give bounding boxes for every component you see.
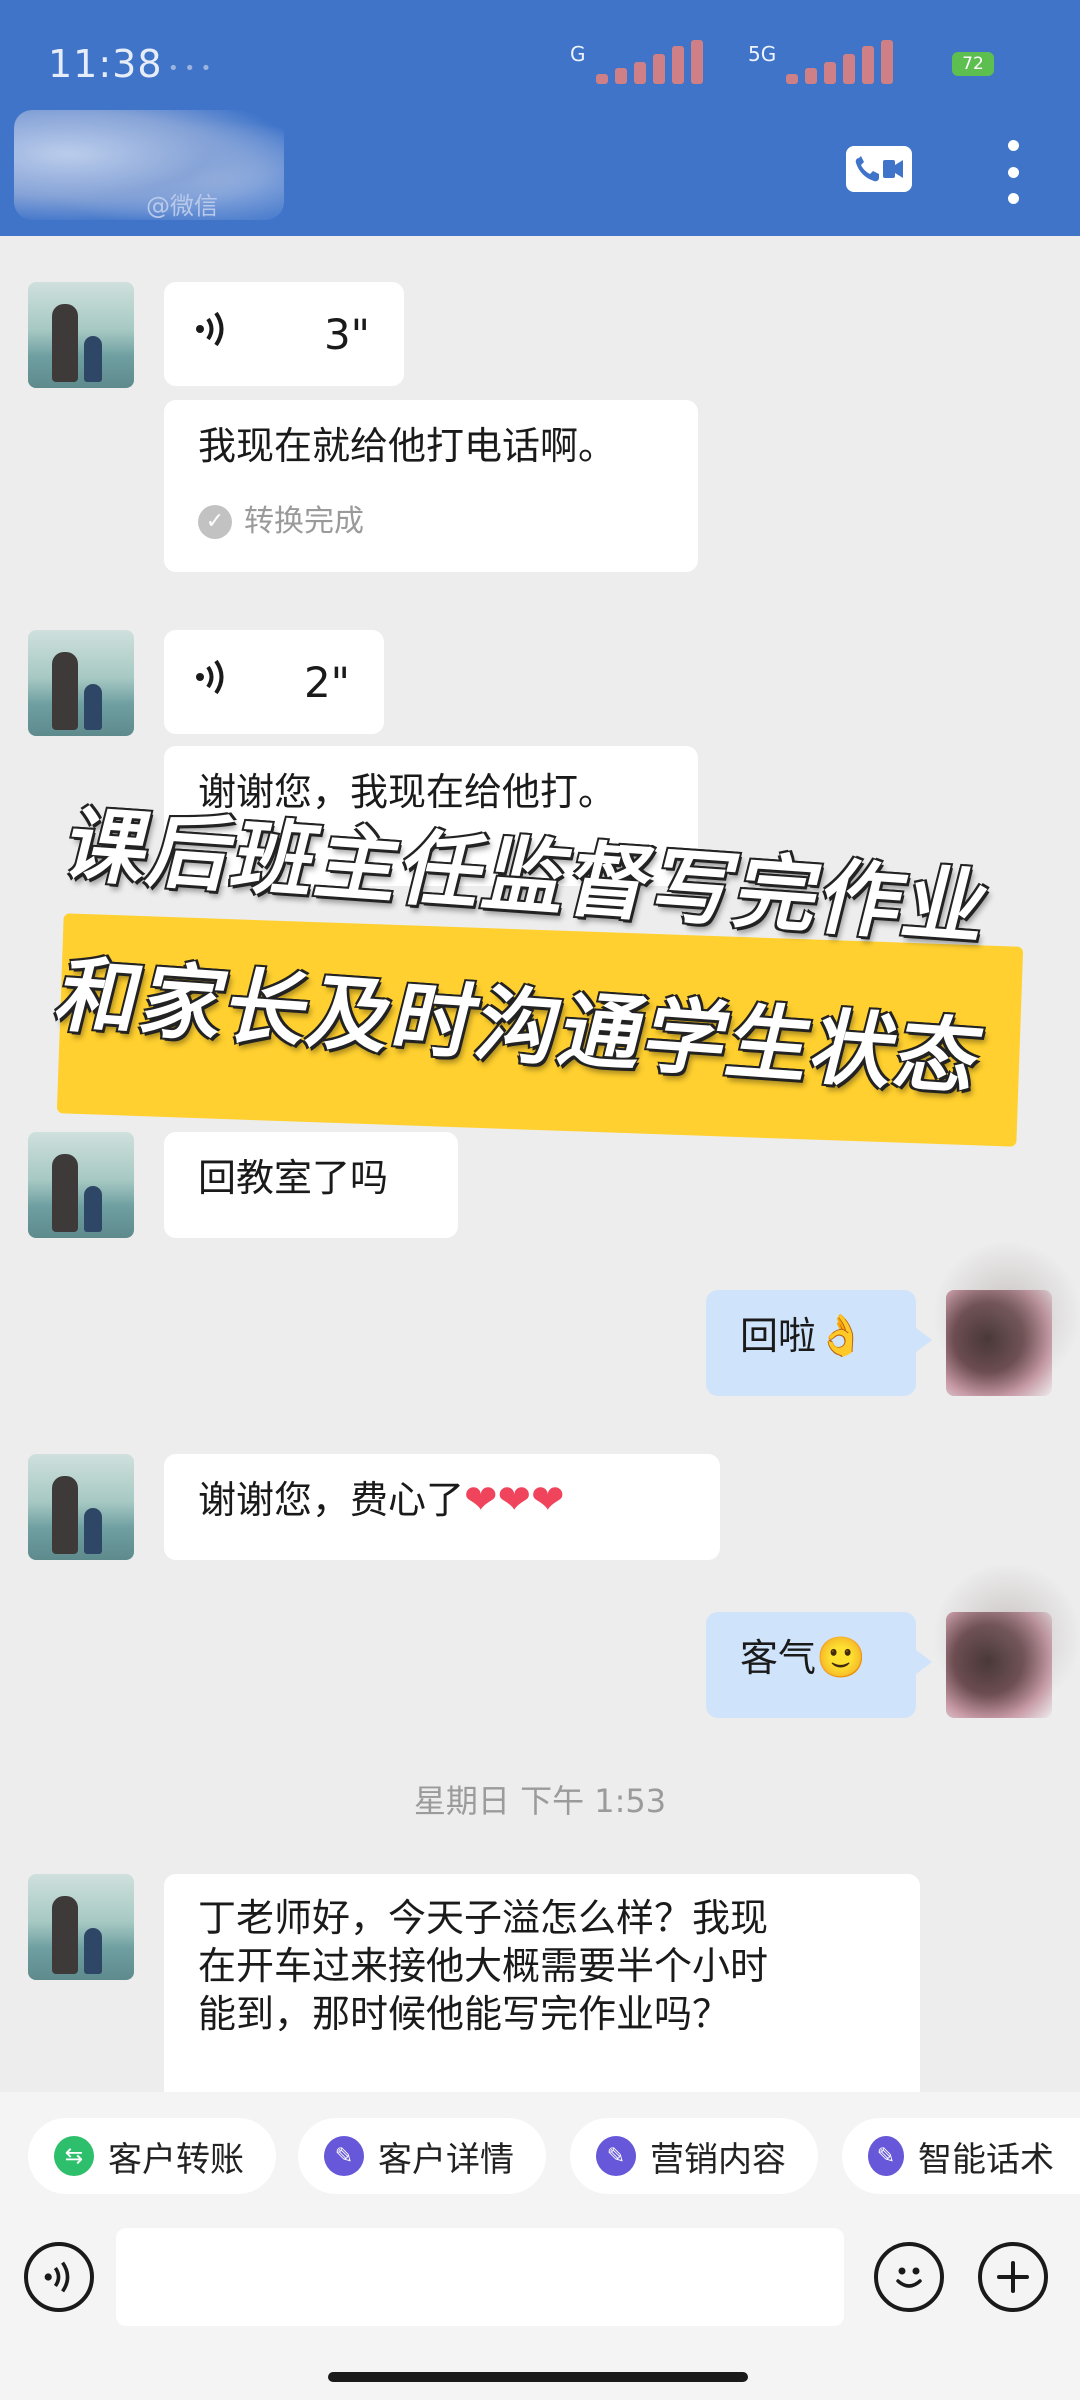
contact-avatar[interactable] <box>28 1454 134 1560</box>
quick-actions-bar: ⇆ 客户转账 ✎ 客户详情 ✎ 营销内容 ✎ 智能话术 <box>0 2092 1080 2222</box>
contact-avatar[interactable] <box>28 282 134 388</box>
contact-avatar[interactable] <box>28 630 134 736</box>
quick-action-label: 客户转账 <box>108 2139 244 2180</box>
more-vertical-icon[interactable] <box>998 140 1028 204</box>
contact-avatar[interactable] <box>28 1132 134 1238</box>
quick-action-customer-detail[interactable]: ✎ 客户详情 <box>298 2118 546 2194</box>
message-text-line: 在开车过来接他大概需要半个小时 <box>198 1944 769 1988</box>
network-label-g: G <box>570 42 586 66</box>
voice-duration: 3" <box>323 309 370 359</box>
smile-emoji: 🙂 <box>816 1635 866 1681</box>
my-message-bubble[interactable]: 回啦👌 <box>706 1290 932 1396</box>
quick-action-label: 客户详情 <box>378 2139 514 2180</box>
check-icon: ✓ <box>198 505 232 539</box>
customer-icon: ✎ <box>324 2136 364 2176</box>
status-notification-dots: • • • <box>168 58 212 79</box>
message-text: 客气 <box>740 1636 817 1680</box>
message-text: 回啦 <box>740 1314 817 1358</box>
chat-header: 11:38 • • • G 5G 72 @微信 <box>0 0 1080 236</box>
my-avatar[interactable] <box>932 1240 1080 1396</box>
contact-subtitle: @微信 <box>146 192 218 220</box>
marketing-icon: ✎ <box>596 2136 636 2176</box>
signal-strength-icon-2 <box>786 40 893 84</box>
quick-action-label: 智能话术 <box>918 2139 1054 2180</box>
my-avatar[interactable] <box>932 1562 1080 1718</box>
my-message-bubble[interactable]: 客气🙂 <box>706 1612 932 1718</box>
message-input[interactable] <box>116 2228 844 2326</box>
voice-wave-icon <box>192 309 232 359</box>
ok-hand-emoji: 👌 <box>816 1313 866 1359</box>
message-text-line: 能到，那时候他能写完作业吗？ <box>198 1992 731 2036</box>
message-text: 谢谢您，费心了 <box>198 1478 465 1522</box>
voice-duration: 2" <box>303 657 350 707</box>
message-bubble[interactable]: 丁老师好，今天子溢怎么样？我现 在开车过来接他大概需要半个小时 能到，那时候他能… <box>164 1874 920 2104</box>
battery-icon: 72 <box>952 52 994 76</box>
voice-message[interactable]: 3" <box>164 282 404 386</box>
quick-action-transfer[interactable]: ⇆ 客户转账 <box>28 2118 276 2194</box>
smart-script-icon: ✎ <box>868 2136 904 2176</box>
voice-message[interactable]: 2" <box>164 630 384 734</box>
network-label-5g: 5G <box>748 42 777 66</box>
contact-avatar[interactable] <box>28 1874 134 1980</box>
quick-action-smart-script[interactable]: ✎ 智能话术 <box>842 2118 1080 2194</box>
chat-timestamp: 星期日 下午 1:53 <box>413 1782 667 1820</box>
signal-strength-icon <box>596 40 703 84</box>
transfer-icon: ⇆ <box>54 2136 94 2176</box>
message-bubble[interactable]: 我现在就给他打电话啊。 ✓ 转换完成 <box>164 400 698 572</box>
message-text: 回教室了吗 <box>198 1156 389 1200</box>
home-indicator[interactable] <box>328 2372 748 2382</box>
status-time: 11:38 <box>48 42 163 86</box>
emoji-icon[interactable] <box>874 2242 944 2312</box>
video-call-icon[interactable] <box>846 146 912 192</box>
conversion-status-text: 转换完成 <box>244 504 364 539</box>
plus-icon[interactable] <box>978 2242 1048 2312</box>
voice-wave-icon <box>192 657 232 707</box>
message-bubble[interactable]: 谢谢您，费心了❤❤❤ <box>164 1454 720 1560</box>
message-text-line: 丁老师好，今天子溢怎么样？我现 <box>198 1896 769 1940</box>
quick-action-label: 营销内容 <box>650 2139 786 2180</box>
heart-emoji: ❤❤❤ <box>464 1477 565 1523</box>
conversion-status: ✓ 转换完成 <box>198 498 664 546</box>
message-bubble[interactable]: 回教室了吗 <box>164 1132 458 1238</box>
voice-input-icon[interactable] <box>24 2242 94 2312</box>
message-text: 我现在就给他打电话啊。 <box>198 424 617 468</box>
quick-action-marketing[interactable]: ✎ 营销内容 <box>570 2118 818 2194</box>
